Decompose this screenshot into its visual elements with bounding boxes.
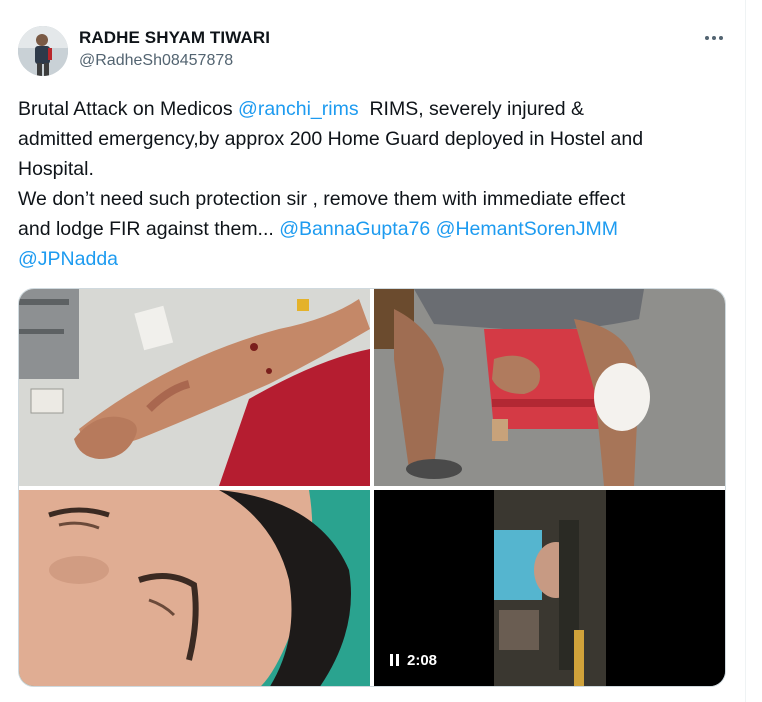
media-grid: 2:08	[18, 288, 726, 687]
mention-jpnadda-link[interactable]: @JPNadda	[18, 248, 118, 270]
tweet-line: @JPNadda	[18, 244, 733, 274]
mention-ranchi-rims-link[interactable]: @ranchi_rims	[238, 98, 359, 120]
photo-injured-arm-image	[19, 289, 370, 486]
author-handle[interactable]: @RadheSh08457878	[79, 52, 233, 70]
tweet-line: Brutal Attack on Medicos @ranchi_rims RI…	[18, 94, 733, 124]
photo-injured-face-image	[19, 490, 370, 686]
mention-hemantsorenjmm-link[interactable]: @HemantSorenJMM	[436, 218, 618, 240]
avatar[interactable]	[18, 26, 68, 76]
tweet-line: We don’t need such protection sir , remo…	[18, 188, 626, 210]
photo-bandaged-knee-image	[374, 289, 725, 486]
tweet-line: Hospital.	[18, 158, 94, 180]
column-divider	[745, 0, 746, 702]
tweet-line: admitted emergency,by approx 200 Home Gu…	[18, 128, 644, 150]
tweet-text-segment: RIMS, severely injured &	[358, 98, 585, 120]
photo-injured-arm[interactable]	[19, 289, 370, 486]
video-player[interactable]: 2:08	[374, 490, 725, 686]
mention-bannagupta76-link[interactable]: @BannaGupta76	[279, 218, 430, 240]
video-status-badge[interactable]: 2:08	[390, 648, 437, 672]
more-options-button[interactable]	[698, 24, 730, 52]
more-dot	[719, 36, 723, 40]
video-duration: 2:08	[407, 651, 438, 669]
photo-bandaged-knee[interactable]	[374, 289, 725, 486]
tweet[interactable]: RADHE SHYAM TIWARI @RadheSh08457878 Brut…	[0, 0, 745, 702]
tweet-text: Brutal Attack on Medicos @ranchi_rims RI…	[18, 94, 733, 274]
pause-icon[interactable]	[390, 654, 399, 666]
avatar-photo	[18, 26, 68, 76]
more-horizontal-icon	[705, 36, 709, 40]
tweet-line: and lodge FIR against them... @BannaGupt…	[18, 214, 733, 244]
more-dot	[712, 36, 716, 40]
photo-injured-face[interactable]	[19, 490, 370, 686]
tweet-text-segment: and lodge FIR against them...	[18, 218, 280, 240]
author-name[interactable]: RADHE SHYAM TIWARI	[79, 28, 270, 48]
tweet-text-segment: Brutal Attack on Medicos	[18, 98, 239, 120]
